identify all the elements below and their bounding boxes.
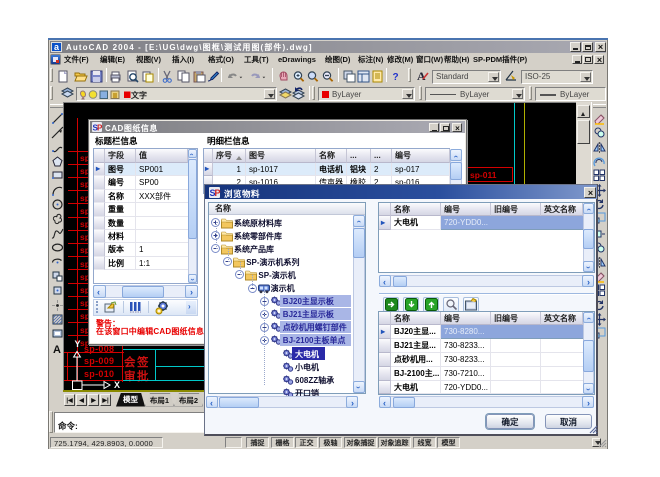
svg-text:P: P [97, 124, 103, 133]
svg-text:P: P [215, 188, 221, 198]
svg-text:?: ? [392, 72, 398, 83]
svg-text:A: A [53, 344, 61, 356]
